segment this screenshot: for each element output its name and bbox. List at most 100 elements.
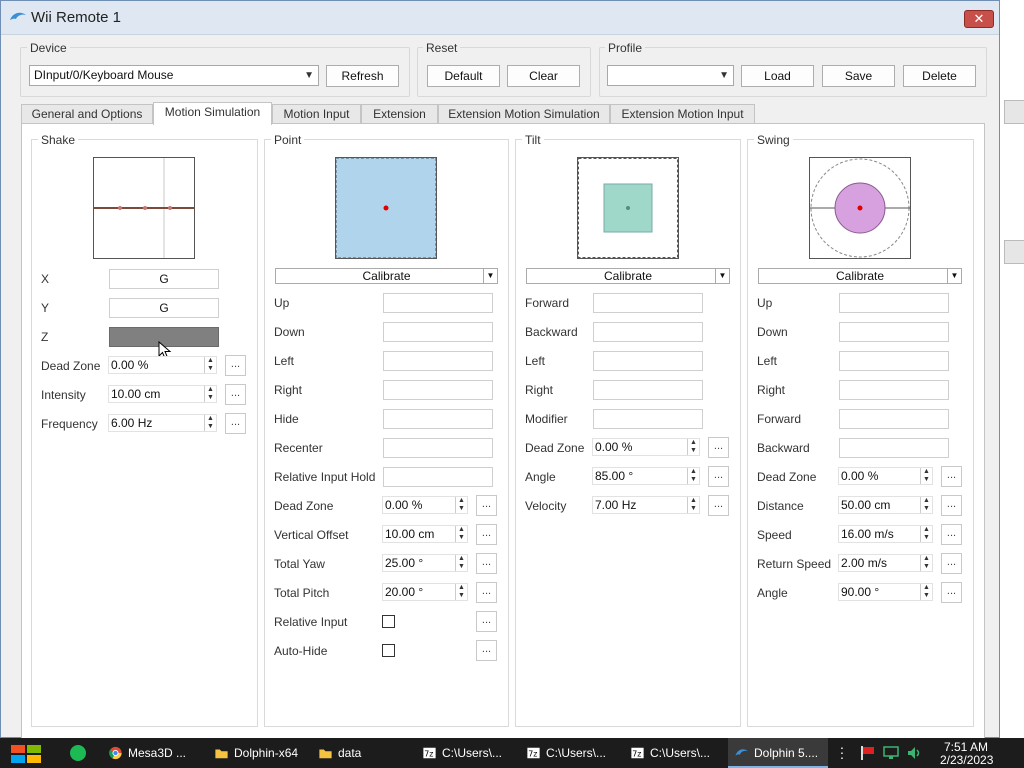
shake-intensity-spinbox[interactable]: 10.00 cm ▲ ▼: [108, 385, 217, 403]
swing-dead-zone-spinbox[interactable]: 0.00 % ▲ ▼: [838, 467, 933, 485]
swing-distance-more-button[interactable]: ...: [941, 495, 962, 516]
point-calibrate-button[interactable]: Calibrate ▼: [275, 268, 498, 284]
swing-return-speed-more-button[interactable]: ...: [941, 553, 962, 574]
swing-speed-spinbox[interactable]: 16.00 m/s ▲ ▼: [838, 525, 933, 543]
spin-arrows-icon[interactable]: ▲ ▼: [455, 584, 467, 600]
clock-time[interactable]: 7:51 AM: [944, 740, 988, 754]
tab-extension-motion-simulation[interactable]: Extension Motion Simulation: [438, 104, 610, 124]
point-relative-input-hold-button[interactable]: [383, 467, 493, 487]
shake-frequency-spinbox[interactable]: 6.00 Hz ▲ ▼: [108, 414, 217, 432]
tilt-right-button[interactable]: [593, 380, 703, 400]
flag-icon[interactable]: [858, 745, 876, 761]
tilt-velocity-more-button[interactable]: ...: [708, 495, 729, 516]
spin-arrows-icon[interactable]: ▲ ▼: [920, 526, 932, 542]
point-recenter-button[interactable]: [383, 438, 493, 458]
tilt-dead-zone-more-button[interactable]: ...: [708, 437, 729, 458]
default-button[interactable]: Default: [427, 65, 500, 87]
taskbar-item-7zip-1[interactable]: 7z C:\Users\...: [416, 738, 516, 768]
tilt-dead-zone-spinbox[interactable]: 0.00 % ▲ ▼: [592, 438, 700, 456]
chevron-down-icon[interactable]: ▼: [947, 269, 961, 283]
tilt-backward-button[interactable]: [593, 322, 703, 342]
taskbar-item-dolphin-x64[interactable]: Dolphin-x64: [208, 738, 308, 768]
title-bar[interactable]: Wii Remote 1 ✕: [1, 1, 999, 35]
swing-up-button[interactable]: [839, 293, 949, 313]
swing-backward-button[interactable]: [839, 438, 949, 458]
spin-arrows-icon[interactable]: ▲ ▼: [204, 386, 216, 402]
shake-dead-zone-spinbox[interactable]: 0.00 % ▲ ▼: [108, 356, 217, 374]
point-total-yaw-more-button[interactable]: ...: [476, 553, 497, 574]
load-button[interactable]: Load: [741, 65, 814, 87]
shake-x-button[interactable]: G: [109, 269, 219, 289]
spin-arrows-icon[interactable]: ▲ ▼: [687, 497, 699, 513]
taskbar-item-7zip-2[interactable]: 7z C:\Users\...: [520, 738, 620, 768]
point-vertical-offset-more-button[interactable]: ...: [476, 524, 497, 545]
volume-icon[interactable]: [906, 745, 924, 761]
spin-arrows-icon[interactable]: ▲ ▼: [920, 497, 932, 513]
tab-motion-simulation[interactable]: Motion Simulation: [153, 102, 272, 125]
swing-calibrate-button[interactable]: Calibrate ▼: [758, 268, 962, 284]
spin-arrows-icon[interactable]: ▲ ▼: [920, 468, 932, 484]
spin-arrows-icon[interactable]: ▲ ▼: [455, 526, 467, 542]
tilt-left-button[interactable]: [593, 351, 703, 371]
swing-down-button[interactable]: [839, 322, 949, 342]
shake-frequency-more-button[interactable]: ...: [225, 413, 246, 434]
tab-motion-input[interactable]: Motion Input: [272, 104, 361, 124]
swing-dead-zone-more-button[interactable]: ...: [941, 466, 962, 487]
swing-right-button[interactable]: [839, 380, 949, 400]
tilt-modifier-button[interactable]: [593, 409, 703, 429]
swing-return-speed-spinbox[interactable]: 2.00 m/s ▲ ▼: [838, 554, 933, 572]
spin-arrows-icon[interactable]: ▲ ▼: [455, 497, 467, 513]
tab-general-and-options[interactable]: General and Options: [21, 104, 153, 124]
refresh-button[interactable]: Refresh: [326, 65, 399, 87]
spin-arrows-icon[interactable]: ▲ ▼: [687, 439, 699, 455]
point-auto-hide-more-button[interactable]: ...: [476, 640, 497, 661]
taskbar-item-7zip-3[interactable]: 7z C:\Users\...: [624, 738, 724, 768]
taskbar-item-data[interactable]: data: [312, 738, 412, 768]
spin-arrows-icon[interactable]: ▲ ▼: [204, 415, 216, 431]
spin-arrows-icon[interactable]: ▲ ▼: [204, 357, 216, 373]
network-icon[interactable]: [882, 745, 900, 761]
point-relative-input-more-button[interactable]: ...: [476, 611, 497, 632]
swing-speed-more-button[interactable]: ...: [941, 524, 962, 545]
point-up-button[interactable]: [383, 293, 493, 313]
point-vertical-offset-spinbox[interactable]: 10.00 cm ▲ ▼: [382, 525, 468, 543]
point-auto-hide-checkbox[interactable]: [382, 644, 395, 657]
spin-arrows-icon[interactable]: ▲ ▼: [687, 468, 699, 484]
start-button[interactable]: [10, 744, 42, 764]
tab-extension-motion-input[interactable]: Extension Motion Input: [610, 104, 755, 124]
shake-intensity-more-button[interactable]: ...: [225, 384, 246, 405]
taskbar-item-mesa3d[interactable]: Mesa3D ...: [102, 738, 202, 768]
spin-arrows-icon[interactable]: ▲ ▼: [920, 584, 932, 600]
shake-dead-zone-more-button[interactable]: ...: [225, 355, 246, 376]
tilt-angle-spinbox[interactable]: 85.00 ° ▲ ▼: [592, 467, 700, 485]
chevron-down-icon[interactable]: ▼: [483, 269, 497, 283]
profile-select[interactable]: ▼: [607, 65, 734, 86]
tab-extension[interactable]: Extension: [361, 104, 438, 124]
point-dead-zone-spinbox[interactable]: 0.00 % ▲ ▼: [382, 496, 468, 514]
chevron-down-icon[interactable]: ▼: [715, 269, 729, 283]
point-total-pitch-more-button[interactable]: ...: [476, 582, 497, 603]
clock-date[interactable]: 2/23/2023: [940, 753, 993, 767]
point-hide-button[interactable]: [383, 409, 493, 429]
tilt-angle-more-button[interactable]: ...: [708, 466, 729, 487]
tilt-calibrate-button[interactable]: Calibrate ▼: [526, 268, 730, 284]
point-right-button[interactable]: [383, 380, 493, 400]
spin-arrows-icon[interactable]: ▲ ▼: [920, 555, 932, 571]
close-button[interactable]: ✕: [964, 10, 994, 28]
swing-forward-button[interactable]: [839, 409, 949, 429]
delete-button[interactable]: Delete: [903, 65, 976, 87]
overflow-menu-icon[interactable]: · · ·: [838, 740, 846, 764]
point-down-button[interactable]: [383, 322, 493, 342]
point-dead-zone-more-button[interactable]: ...: [476, 495, 497, 516]
point-left-button[interactable]: [383, 351, 493, 371]
swing-angle-more-button[interactable]: ...: [941, 582, 962, 603]
device-select[interactable]: DInput/0/Keyboard Mouse ▼: [29, 65, 319, 86]
taskbar-item-dolphin[interactable]: Dolphin 5....: [728, 738, 828, 768]
point-relative-input-checkbox[interactable]: [382, 615, 395, 628]
spin-arrows-icon[interactable]: ▲ ▼: [455, 555, 467, 571]
tilt-velocity-spinbox[interactable]: 7.00 Hz ▲ ▼: [592, 496, 700, 514]
shake-y-button[interactable]: G: [109, 298, 219, 318]
swing-angle-spinbox[interactable]: 90.00 ° ▲ ▼: [838, 583, 933, 601]
tilt-forward-button[interactable]: [593, 293, 703, 313]
spotify-icon[interactable]: [70, 745, 86, 761]
